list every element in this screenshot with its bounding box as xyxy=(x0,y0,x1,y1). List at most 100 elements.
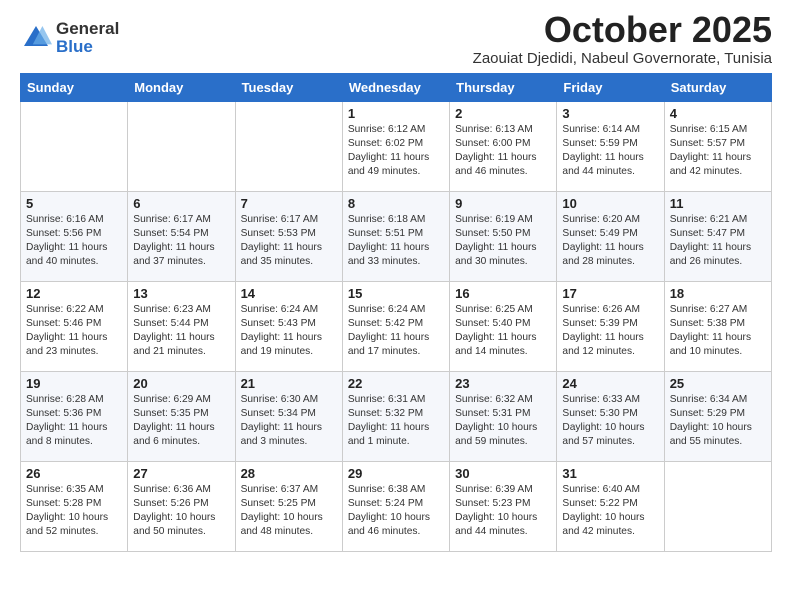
day-info: Sunrise: 6:22 AM Sunset: 5:46 PM Dayligh… xyxy=(26,303,122,360)
calendar-body: 1 Sunrise: 6:12 AM Sunset: 6:02 PM Daylig… xyxy=(21,101,772,551)
header-cell-thursday: Thursday xyxy=(450,73,557,101)
day-info: Sunrise: 6:26 AM Sunset: 5:39 PM Dayligh… xyxy=(562,303,658,360)
day-cell: 19 Sunrise: 6:28 AM Sunset: 5:36 PM Dayli… xyxy=(21,371,128,461)
day-number: 12 xyxy=(26,286,122,301)
week-row-4: 19 Sunrise: 6:28 AM Sunset: 5:36 PM Dayli… xyxy=(21,371,772,461)
day-info: Sunrise: 6:16 AM Sunset: 5:56 PM Dayligh… xyxy=(26,213,122,270)
day-number: 18 xyxy=(670,286,766,301)
day-number: 1 xyxy=(348,106,444,121)
day-cell: 20Sunrise: 6:29 AM Sunset: 5:35 PM Dayli… xyxy=(128,371,235,461)
day-info: Sunrise: 6:17 AM Sunset: 5:53 PM Dayligh… xyxy=(241,213,337,270)
day-info: Sunrise: 6:35 AM Sunset: 5:28 PM Dayligh… xyxy=(26,483,122,540)
day-info: Sunrise: 6:40 AM Sunset: 5:22 PM Dayligh… xyxy=(562,483,658,540)
day-cell: 28 Sunrise: 6:37 AM Sunset: 5:25 PM Dayli… xyxy=(235,461,342,551)
header-cell-sunday: Sunday xyxy=(21,73,128,101)
day-cell: 16 Sunrise: 6:25 AM Sunset: 5:40 PM Dayli… xyxy=(450,281,557,371)
day-cell: 13 Sunrise: 6:23 AM Sunset: 5:44 PM Dayli… xyxy=(128,281,235,371)
day-cell: 2 Sunrise: 6:13 AM Sunset: 6:00 PM Daylig… xyxy=(450,101,557,191)
header: General Blue October 2025 Zaouiat Djedid… xyxy=(20,10,772,67)
day-number: 25 xyxy=(670,376,766,391)
day-number: 27 xyxy=(133,466,229,481)
day-number: 31 xyxy=(562,466,658,481)
week-row-2: 5Sunrise: 6:16 AM Sunset: 5:56 PM Daylig… xyxy=(21,191,772,281)
day-info: Sunrise: 6:19 AM Sunset: 5:50 PM Dayligh… xyxy=(455,213,551,270)
day-cell: 26 Sunrise: 6:35 AM Sunset: 5:28 PM Dayli… xyxy=(21,461,128,551)
day-info: Sunrise: 6:30 AM Sunset: 5:34 PM Dayligh… xyxy=(241,393,337,450)
day-info: Sunrise: 6:28 AM Sunset: 5:36 PM Dayligh… xyxy=(26,393,122,450)
day-info: Sunrise: 6:23 AM Sunset: 5:44 PM Dayligh… xyxy=(133,303,229,360)
day-info: Sunrise: 6:33 AM Sunset: 5:30 PM Dayligh… xyxy=(562,393,658,450)
day-info: Sunrise: 6:36 AM Sunset: 5:26 PM Dayligh… xyxy=(133,483,229,540)
month-title: October 2025 xyxy=(473,10,772,50)
day-cell: 7Sunrise: 6:17 AM Sunset: 5:53 PM Daylig… xyxy=(235,191,342,281)
day-info: Sunrise: 6:31 AM Sunset: 5:32 PM Dayligh… xyxy=(348,393,444,450)
day-cell: 10 Sunrise: 6:20 AM Sunset: 5:49 PM Dayli… xyxy=(557,191,664,281)
day-info: Sunrise: 6:14 AM Sunset: 5:59 PM Dayligh… xyxy=(562,123,658,180)
day-info: Sunrise: 6:39 AM Sunset: 5:23 PM Dayligh… xyxy=(455,483,551,540)
day-number: 22 xyxy=(348,376,444,391)
day-cell: 15Sunrise: 6:24 AM Sunset: 5:42 PM Dayli… xyxy=(342,281,449,371)
day-info: Sunrise: 6:29 AM Sunset: 5:35 PM Dayligh… xyxy=(133,393,229,450)
day-info: Sunrise: 6:21 AM Sunset: 5:47 PM Dayligh… xyxy=(670,213,766,270)
day-number: 28 xyxy=(241,466,337,481)
day-number: 11 xyxy=(670,196,766,211)
day-cell xyxy=(21,101,128,191)
day-info: Sunrise: 6:18 AM Sunset: 5:51 PM Dayligh… xyxy=(348,213,444,270)
header-cell-monday: Monday xyxy=(128,73,235,101)
day-number: 16 xyxy=(455,286,551,301)
day-cell: 6Sunrise: 6:17 AM Sunset: 5:54 PM Daylig… xyxy=(128,191,235,281)
day-number: 21 xyxy=(241,376,337,391)
week-row-5: 26 Sunrise: 6:35 AM Sunset: 5:28 PM Dayli… xyxy=(21,461,772,551)
day-cell xyxy=(664,461,771,551)
day-number: 24 xyxy=(562,376,658,391)
header-cell-tuesday: Tuesday xyxy=(235,73,342,101)
header-cell-wednesday: Wednesday xyxy=(342,73,449,101)
day-cell: 1 Sunrise: 6:12 AM Sunset: 6:02 PM Daylig… xyxy=(342,101,449,191)
day-cell: 4 Sunrise: 6:15 AM Sunset: 5:57 PM Daylig… xyxy=(664,101,771,191)
day-cell xyxy=(235,101,342,191)
day-number: 15 xyxy=(348,286,444,301)
day-number: 13 xyxy=(133,286,229,301)
logo-blue-text: Blue xyxy=(56,38,119,57)
day-cell: 12 Sunrise: 6:22 AM Sunset: 5:46 PM Dayli… xyxy=(21,281,128,371)
day-number: 17 xyxy=(562,286,658,301)
day-cell: 22 Sunrise: 6:31 AM Sunset: 5:32 PM Dayli… xyxy=(342,371,449,461)
day-cell: 23Sunrise: 6:32 AM Sunset: 5:31 PM Dayli… xyxy=(450,371,557,461)
day-number: 10 xyxy=(562,196,658,211)
day-cell: 3 Sunrise: 6:14 AM Sunset: 5:59 PM Daylig… xyxy=(557,101,664,191)
logo-icon xyxy=(20,22,52,54)
day-cell: 18 Sunrise: 6:27 AM Sunset: 5:38 PM Dayli… xyxy=(664,281,771,371)
day-cell: 8Sunrise: 6:18 AM Sunset: 5:51 PM Daylig… xyxy=(342,191,449,281)
title-area: October 2025 Zaouiat Djedidi, Nabeul Gov… xyxy=(473,10,772,67)
day-info: Sunrise: 6:13 AM Sunset: 6:00 PM Dayligh… xyxy=(455,123,551,180)
day-info: Sunrise: 6:20 AM Sunset: 5:49 PM Dayligh… xyxy=(562,213,658,270)
day-number: 26 xyxy=(26,466,122,481)
day-cell: 5Sunrise: 6:16 AM Sunset: 5:56 PM Daylig… xyxy=(21,191,128,281)
day-number: 19 xyxy=(26,376,122,391)
week-row-3: 12 Sunrise: 6:22 AM Sunset: 5:46 PM Dayli… xyxy=(21,281,772,371)
day-cell: 11 Sunrise: 6:21 AM Sunset: 5:47 PM Dayli… xyxy=(664,191,771,281)
location-title: Zaouiat Djedidi, Nabeul Governorate, Tun… xyxy=(473,50,772,67)
day-number: 9 xyxy=(455,196,551,211)
calendar-header-row: SundayMondayTuesdayWednesdayThursdayFrid… xyxy=(21,73,772,101)
day-info: Sunrise: 6:27 AM Sunset: 5:38 PM Dayligh… xyxy=(670,303,766,360)
day-info: Sunrise: 6:25 AM Sunset: 5:40 PM Dayligh… xyxy=(455,303,551,360)
day-cell: 31 Sunrise: 6:40 AM Sunset: 5:22 PM Dayli… xyxy=(557,461,664,551)
day-number: 3 xyxy=(562,106,658,121)
header-cell-friday: Friday xyxy=(557,73,664,101)
day-number: 2 xyxy=(455,106,551,121)
day-info: Sunrise: 6:24 AM Sunset: 5:43 PM Dayligh… xyxy=(241,303,337,360)
day-cell: 9 Sunrise: 6:19 AM Sunset: 5:50 PM Daylig… xyxy=(450,191,557,281)
day-info: Sunrise: 6:37 AM Sunset: 5:25 PM Dayligh… xyxy=(241,483,337,540)
day-info: Sunrise: 6:15 AM Sunset: 5:57 PM Dayligh… xyxy=(670,123,766,180)
day-info: Sunrise: 6:34 AM Sunset: 5:29 PM Dayligh… xyxy=(670,393,766,450)
day-cell: 25 Sunrise: 6:34 AM Sunset: 5:29 PM Dayli… xyxy=(664,371,771,461)
day-info: Sunrise: 6:12 AM Sunset: 6:02 PM Dayligh… xyxy=(348,123,444,180)
day-number: 30 xyxy=(455,466,551,481)
header-cell-saturday: Saturday xyxy=(664,73,771,101)
day-info: Sunrise: 6:17 AM Sunset: 5:54 PM Dayligh… xyxy=(133,213,229,270)
day-cell: 29Sunrise: 6:38 AM Sunset: 5:24 PM Dayli… xyxy=(342,461,449,551)
day-number: 4 xyxy=(670,106,766,121)
day-cell: 17 Sunrise: 6:26 AM Sunset: 5:39 PM Dayli… xyxy=(557,281,664,371)
week-row-1: 1 Sunrise: 6:12 AM Sunset: 6:02 PM Daylig… xyxy=(21,101,772,191)
